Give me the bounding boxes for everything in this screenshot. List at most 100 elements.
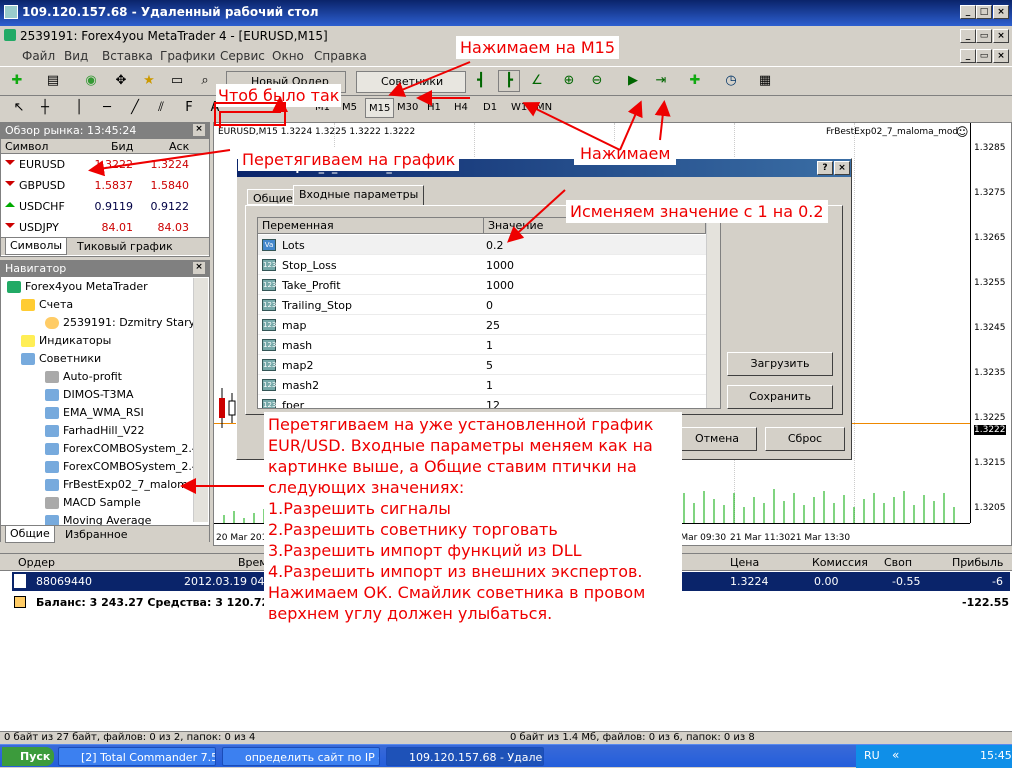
market-row[interactable]: USDJPY 84.01 84.03 (1, 218, 194, 237)
col-price[interactable]: Цена (730, 556, 759, 569)
tester-icon[interactable]: ⌕ (194, 70, 216, 92)
mt-restore-button[interactable]: ▭ (976, 29, 992, 43)
param-value[interactable]: 5 (486, 359, 493, 372)
col-variable[interactable]: Переменная (258, 218, 484, 234)
trendline-icon[interactable]: ╱ (124, 97, 146, 119)
tab-inputs[interactable]: Входные параметры (293, 185, 425, 205)
param-value[interactable]: 1 (486, 339, 493, 352)
help-button[interactable]: ? (817, 161, 833, 175)
nav-expert[interactable]: FarhadHill_V22 (45, 424, 145, 437)
param-value[interactable]: 1000 (486, 279, 514, 292)
tab-favorites[interactable]: Избранное (61, 528, 131, 541)
tray-icons[interactable] (908, 749, 968, 763)
mt-minimize-button[interactable]: _ (960, 29, 976, 43)
indicators-icon[interactable]: ✚ (684, 70, 706, 92)
data-window-icon[interactable]: ✥ (110, 70, 132, 92)
menu-window[interactable]: Окно (272, 49, 304, 63)
tf-mn[interactable]: MN (533, 98, 555, 118)
nav-indicators[interactable]: Индикаторы (21, 334, 111, 347)
navigator-close-icon[interactable]: × (193, 262, 205, 274)
candlestick-icon[interactable]: ┣ (498, 70, 520, 92)
bar-chart-icon[interactable]: ┫ (470, 70, 492, 92)
templates-icon[interactable]: ▦ (754, 70, 776, 92)
tab-common[interactable]: Общие (5, 526, 55, 543)
zoom-out-icon[interactable]: ⊖ (586, 70, 608, 92)
param-value[interactable]: 1 (486, 379, 493, 392)
param-row[interactable]: 123 Stop_Loss 1000 (258, 255, 706, 275)
tab-common-dialog[interactable]: Общие (247, 189, 299, 205)
param-value[interactable]: 0 (486, 299, 493, 312)
menu-file[interactable]: Файл (22, 49, 55, 63)
market-row[interactable]: EURUSD 1.3222 1.3224 (1, 155, 194, 174)
col-symbol[interactable]: Символ (5, 140, 48, 153)
menu-view[interactable]: Вид (64, 49, 88, 63)
tab-symbols[interactable]: Символы (5, 238, 68, 255)
mt-close-button[interactable]: × (993, 29, 1009, 43)
params-scrollbar[interactable] (706, 218, 720, 408)
tray-expand-icon[interactable]: « (892, 748, 899, 762)
tf-h4[interactable]: H4 (451, 98, 471, 118)
cancel-button[interactable]: Отмена (677, 427, 757, 451)
periods-icon[interactable]: ◷ (720, 70, 742, 92)
param-row[interactable]: 123map25 (258, 355, 706, 375)
minimize-button[interactable]: _ (960, 5, 976, 19)
menu-help[interactable]: Справка (314, 49, 367, 63)
new-chart-icon[interactable]: ✚ (6, 70, 28, 92)
param-row[interactable]: 123 Take_Profit 1000 (258, 275, 706, 295)
tf-m30[interactable]: M30 (394, 98, 421, 118)
market-watch-icon[interactable]: ◉ (80, 70, 102, 92)
param-row[interactable]: 123 mash 1 (258, 335, 706, 355)
taskbar-item[interactable]: определить сайт по IP - ... (222, 747, 380, 766)
taskbar-item[interactable]: 109.120.157.68 - Удален... (386, 747, 544, 766)
param-row[interactable]: 123 fper 12 (258, 395, 706, 408)
col-bid[interactable]: Бид (111, 140, 133, 153)
nav-experts[interactable]: Советники (21, 352, 101, 365)
tab-tick-chart[interactable]: Тиковый график (73, 240, 177, 253)
channel-icon[interactable]: ⫽ (150, 97, 172, 119)
nav-expert[interactable]: FrBestExp02_7_maloma (45, 478, 195, 491)
nav-account[interactable]: 2539191: Dzmitry Starych (45, 316, 208, 329)
start-button[interactable]: Пуск (2, 747, 54, 766)
child-minimize-button[interactable]: _ (960, 49, 976, 63)
child-restore-button[interactable]: ▭ (976, 49, 992, 63)
param-value[interactable]: 12 (486, 399, 500, 408)
crosshair-icon[interactable]: ┼ (34, 97, 56, 119)
hline-icon[interactable]: ─ (96, 97, 118, 119)
nav-accounts[interactable]: Счета (21, 298, 73, 311)
tf-d1[interactable]: D1 (480, 98, 500, 118)
market-watch-close-icon[interactable]: × (193, 124, 205, 136)
tf-w1[interactable]: W1 (508, 98, 530, 118)
taskbar-item[interactable]: [2] Total Commander 7.55... (58, 747, 216, 766)
col-commission[interactable]: Комиссия (812, 556, 868, 569)
tf-m5[interactable]: M5 (339, 98, 360, 118)
cursor-icon[interactable]: ↖ (8, 97, 30, 119)
market-row[interactable]: USDCHF 0.9119 0.9122 (1, 197, 194, 216)
param-row[interactable]: 123map25 (258, 315, 706, 335)
nav-expert[interactable]: ForexCOMBOSystem_2.4 (45, 460, 199, 473)
fibo-icon[interactable]: F (178, 97, 200, 119)
param-value[interactable]: 1000 (486, 259, 514, 272)
col-order[interactable]: Ордер (18, 556, 55, 569)
menu-tools[interactable]: Сервис (220, 49, 265, 63)
close-button[interactable]: × (993, 5, 1009, 19)
col-swap[interactable]: Своп (884, 556, 912, 569)
nav-expert[interactable]: EMA_WMA_RSI (45, 406, 144, 419)
param-row[interactable]: 123 Trailing_Stop 0 (258, 295, 706, 315)
navigator-icon[interactable]: ★ (138, 70, 160, 92)
child-close-button[interactable]: × (993, 49, 1009, 63)
tf-h1[interactable]: H1 (424, 98, 444, 118)
tf-m15[interactable]: M15 (365, 98, 395, 118)
nav-expert[interactable]: MACD Sample (45, 496, 141, 509)
menu-charts[interactable]: Графики (160, 49, 215, 63)
zoom-in-icon[interactable]: ⊕ (558, 70, 580, 92)
language-indicator[interactable]: RU (864, 749, 880, 762)
chart-shift-icon[interactable]: ⇥ (650, 70, 672, 92)
save-button[interactable]: Сохранить (727, 385, 833, 409)
profiles-icon[interactable]: ▤ (42, 70, 64, 92)
autoscroll-icon[interactable]: ▶ (622, 70, 644, 92)
col-ask[interactable]: Аск (169, 140, 189, 153)
maximize-button[interactable]: □ (976, 5, 992, 19)
reset-button[interactable]: Сброс (765, 427, 845, 451)
param-value[interactable]: 0.2 (486, 239, 504, 252)
load-button[interactable]: Загрузить (727, 352, 833, 376)
